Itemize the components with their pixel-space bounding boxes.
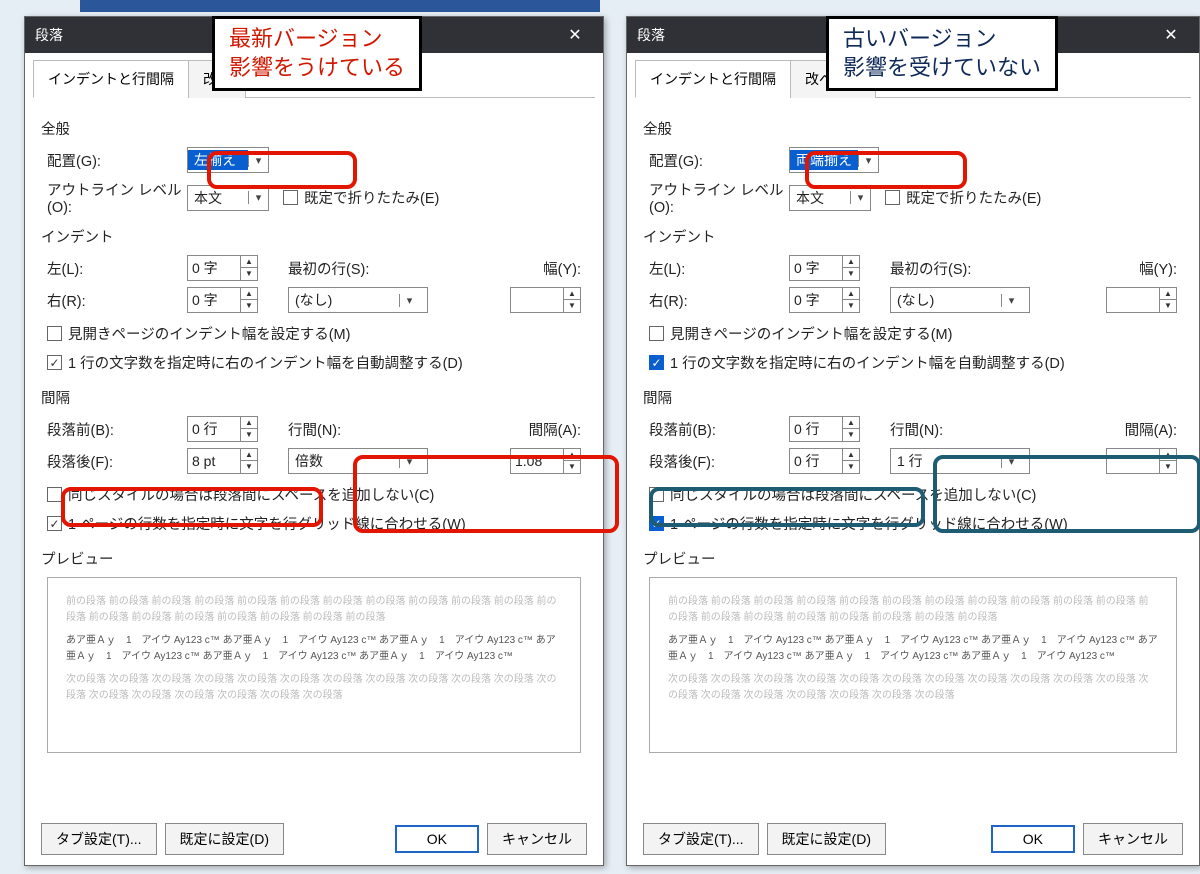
before-spin[interactable]: 0 行▲▼ <box>187 416 258 442</box>
linespace-combo[interactable]: 倍数▾ <box>288 448 428 474</box>
preview-pane: 前の段落 前の段落 前の段落 前の段落 前の段落 前の段落 前の段落 前の段落 … <box>649 577 1177 753</box>
dialog-title: 段落 <box>637 25 665 45</box>
section-indent: インデント <box>643 226 1177 247</box>
cancel-button[interactable]: キャンセル <box>1083 823 1183 855</box>
label-left-indent: 左(L): <box>47 258 187 279</box>
chevron-down-icon[interactable]: ▾ <box>850 191 870 204</box>
width-spin[interactable]: ▲▼ <box>1106 287 1177 313</box>
chevron-down-icon[interactable]: ▾ <box>248 191 268 204</box>
section-preview: プレビュー <box>41 548 581 569</box>
section-general: 全般 <box>643 118 1177 139</box>
firstline-combo[interactable]: (なし)▾ <box>890 287 1030 313</box>
label-width: 幅(Y): <box>543 258 581 279</box>
auto-adjust-checkbox[interactable]: ✓1 行の文字数を指定時に右のインデント幅を自動調整する(D) <box>649 352 1065 373</box>
label-linespace: 行間(N): <box>288 419 398 440</box>
after-spin[interactable]: 8 pt▲▼ <box>187 448 258 474</box>
after-spin[interactable]: 0 行▲▼ <box>789 448 860 474</box>
label-outline: アウトライン レベル(O): <box>649 179 789 216</box>
before-spin[interactable]: 0 行▲▼ <box>789 416 860 442</box>
cancel-button[interactable]: キャンセル <box>487 823 587 855</box>
ok-button[interactable]: OK <box>991 825 1075 853</box>
alignment-combo[interactable]: 両端揃え▾ <box>789 147 879 173</box>
label-firstline: 最初の行(S): <box>288 258 398 279</box>
mirror-indent-checkbox[interactable]: 見開きページのインデント幅を設定する(M) <box>649 323 952 344</box>
chevron-down-icon[interactable]: ▾ <box>858 154 878 167</box>
section-spacing: 間隔 <box>41 387 581 408</box>
version-annotation-left: 最新バージョン影響をうけている <box>212 16 422 91</box>
close-icon[interactable]: ✕ <box>557 25 593 45</box>
left-indent-spin[interactable]: 0 字▲▼ <box>789 255 860 281</box>
close-icon[interactable]: ✕ <box>1153 25 1189 45</box>
auto-adjust-checkbox[interactable]: ✓1 行の文字数を指定時に右のインデント幅を自動調整する(D) <box>47 352 463 373</box>
interval-spin[interactable]: 1.08▲▼ <box>510 448 581 474</box>
preview-pane: 前の段落 前の段落 前の段落 前の段落 前の段落 前の段落 前の段落 前の段落 … <box>47 577 581 753</box>
outline-combo[interactable]: 本文▾ <box>789 185 871 211</box>
section-preview: プレビュー <box>643 548 1177 569</box>
version-annotation-right: 古いバージョン影響を受けていない <box>826 16 1058 91</box>
label-right-indent: 右(R): <box>649 290 789 311</box>
set-default-button[interactable]: 既定に設定(D) <box>165 823 284 855</box>
outline-combo[interactable]: 本文▾ <box>187 185 269 211</box>
mirror-indent-checkbox[interactable]: 見開きページのインデント幅を設定する(M) <box>47 323 350 344</box>
firstline-combo[interactable]: (なし)▾ <box>288 287 428 313</box>
label-width: 幅(Y): <box>1139 258 1177 279</box>
label-after: 段落後(F): <box>47 451 187 472</box>
label-alignment: 配置(G): <box>47 150 187 171</box>
tab-indent-spacing[interactable]: インデントと行間隔 <box>33 60 189 98</box>
left-indent-spin[interactable]: 0 字▲▼ <box>187 255 258 281</box>
label-linespace: 行間(N): <box>890 419 1000 440</box>
snap-grid-checkbox[interactable]: ✓1 ページの行数を指定時に文字を行グリッド線に合わせる(W) <box>47 513 466 534</box>
nospace-checkbox[interactable]: 同じスタイルの場合は段落間にスペースを追加しない(C) <box>649 484 1036 505</box>
right-indent-spin[interactable]: 0 字▲▼ <box>789 287 860 313</box>
nospace-checkbox[interactable]: 同じスタイルの場合は段落間にスペースを追加しない(C) <box>47 484 434 505</box>
label-before: 段落前(B): <box>47 419 187 440</box>
tabs-button[interactable]: タブ設定(T)... <box>41 823 157 855</box>
collapse-checkbox: 既定で折りたたみ(E) <box>885 187 1041 208</box>
paragraph-dialog-left: 段落 ✕ インデントと行間隔 改ぺ 全般 配置(G): 左揃え▾ アウトライン … <box>24 16 604 866</box>
section-indent: インデント <box>41 226 581 247</box>
collapse-checkbox: 既定で折りたたみ(E) <box>283 187 439 208</box>
label-alignment: 配置(G): <box>649 150 789 171</box>
label-before: 段落前(B): <box>649 419 789 440</box>
label-after: 段落後(F): <box>649 451 789 472</box>
paragraph-dialog-right: 段落 ✕ インデントと行間隔 改ペーシ 全般 配置(G): 両端揃え▾ アウトラ… <box>626 16 1200 866</box>
right-indent-spin[interactable]: 0 字▲▼ <box>187 287 258 313</box>
ok-button[interactable]: OK <box>395 825 479 853</box>
dialog-title: 段落 <box>35 25 63 45</box>
linespace-combo[interactable]: 1 行▾ <box>890 448 1030 474</box>
tabs-button[interactable]: タブ設定(T)... <box>643 823 759 855</box>
section-general: 全般 <box>41 118 581 139</box>
label-interval: 間隔(A): <box>1125 419 1177 440</box>
label-firstline: 最初の行(S): <box>890 258 1000 279</box>
alignment-combo[interactable]: 左揃え▾ <box>187 147 269 173</box>
interval-spin[interactable]: ▲▼ <box>1106 448 1177 474</box>
label-right-indent: 右(R): <box>47 290 187 311</box>
chevron-down-icon[interactable]: ▾ <box>248 154 268 167</box>
tab-indent-spacing[interactable]: インデントと行間隔 <box>635 60 791 98</box>
snap-grid-checkbox[interactable]: ✓1 ページの行数を指定時に文字を行グリッド線に合わせる(W) <box>649 513 1068 534</box>
width-spin[interactable]: ▲▼ <box>510 287 581 313</box>
label-interval: 間隔(A): <box>529 419 581 440</box>
label-outline: アウトライン レベル(O): <box>47 179 187 216</box>
label-left-indent: 左(L): <box>649 258 789 279</box>
section-spacing: 間隔 <box>643 387 1177 408</box>
set-default-button[interactable]: 既定に設定(D) <box>767 823 886 855</box>
